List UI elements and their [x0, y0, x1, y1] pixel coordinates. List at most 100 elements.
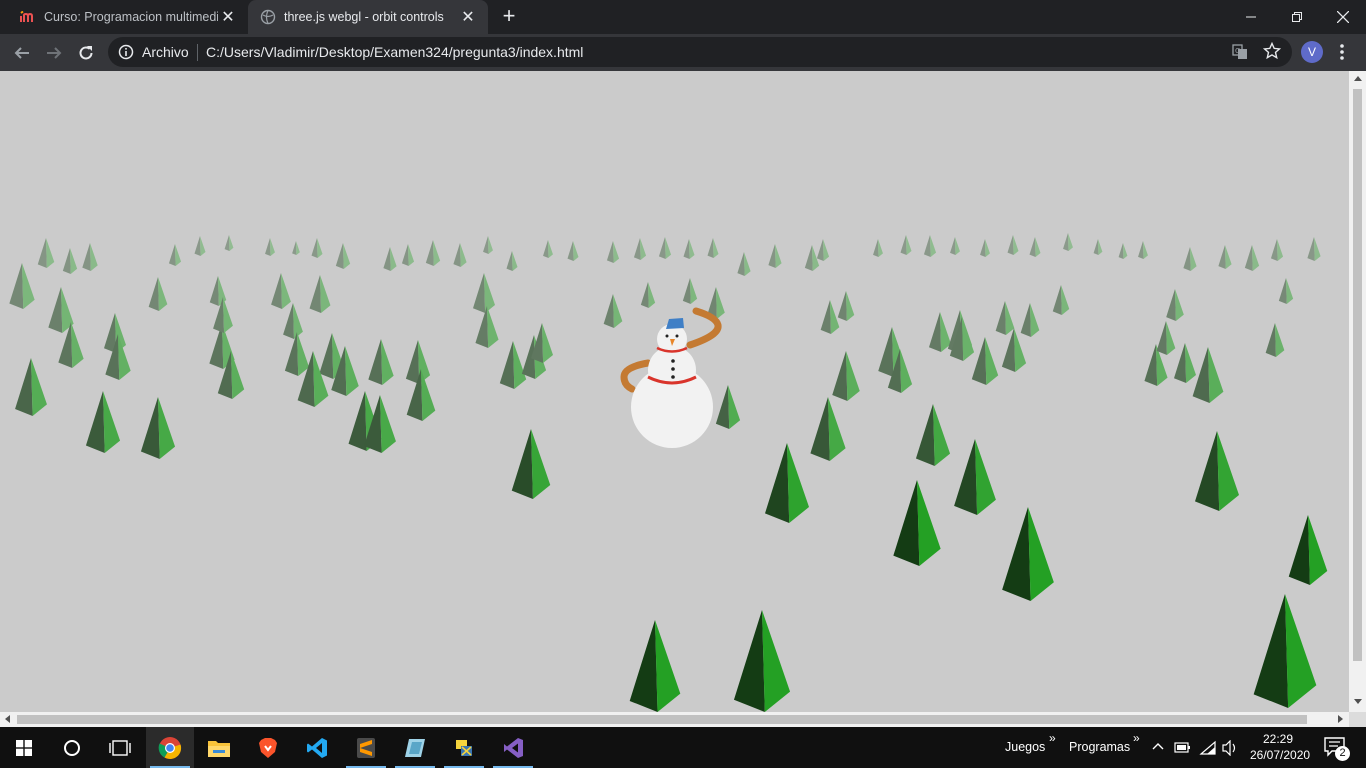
- pine-tree: [380, 395, 396, 453]
- pine-tree-shadow: [1288, 515, 1310, 585]
- pine-tree-shadow: [1244, 245, 1253, 271]
- pine-tree-shadow: [1183, 247, 1191, 271]
- pine-tree-shadow: [1118, 243, 1124, 259]
- pine-tree: [200, 236, 206, 256]
- tab-threejs[interactable]: three.js webgl - orbit controls ✕: [248, 0, 488, 34]
- scroll-right-icon[interactable]: [1338, 715, 1343, 723]
- chrome-icon[interactable]: [146, 727, 194, 768]
- pine-tree: [1098, 239, 1103, 255]
- profile-avatar[interactable]: V: [1301, 41, 1323, 63]
- scrollbar-thumb[interactable]: [1353, 89, 1362, 661]
- pine-tree: [175, 244, 182, 266]
- pine-tree-shadow: [168, 244, 176, 266]
- horizontal-scrollbar[interactable]: [0, 712, 1349, 727]
- pine-tree: [1014, 328, 1027, 372]
- pine-tree-shadow: [733, 610, 765, 712]
- pine-tree-shadow: [633, 238, 641, 260]
- pine-tree: [487, 306, 499, 348]
- tab-curso[interactable]: Curso: Programacion multimedia ✕: [8, 0, 248, 34]
- pine-tree-shadow: [1138, 241, 1144, 259]
- python-icon[interactable]: [440, 727, 488, 768]
- pine-tree-shadow: [319, 333, 334, 379]
- chevron-right-icon[interactable]: »: [1049, 731, 1056, 745]
- clock-date: 26/07/2020: [1250, 748, 1311, 762]
- snowman: [620, 307, 722, 448]
- brave-icon[interactable]: [244, 727, 292, 768]
- close-icon[interactable]: [1320, 0, 1366, 34]
- close-icon[interactable]: ✕: [458, 7, 478, 27]
- back-button[interactable]: [8, 39, 36, 67]
- vertical-scrollbar[interactable]: [1349, 71, 1366, 712]
- url-text[interactable]: C:/Users/Vladimir/Desktop/Examen324/preg…: [206, 44, 583, 60]
- app-icon[interactable]: [391, 727, 439, 768]
- menu-kebab-icon[interactable]: [1334, 41, 1350, 63]
- pine-tree: [985, 337, 999, 385]
- task-view-icon[interactable]: [96, 727, 144, 768]
- toolbar-programas[interactable]: Programas: [1069, 740, 1130, 754]
- globe-icon: [260, 9, 276, 25]
- pine-tree-shadow: [737, 252, 745, 276]
- reload-icon: [79, 46, 93, 60]
- volume-icon[interactable]: [1221, 740, 1239, 756]
- scroll-down-icon[interactable]: [1354, 699, 1362, 704]
- reload-button[interactable]: [72, 39, 100, 67]
- pine-tree: [933, 404, 951, 466]
- bookmark-star-icon[interactable]: [1263, 42, 1281, 60]
- pine-tree-shadow: [658, 237, 666, 259]
- pine-tree: [513, 341, 527, 389]
- tree-group: [9, 233, 1328, 712]
- pine-tree-shadow: [900, 235, 907, 255]
- restore-icon[interactable]: [1274, 0, 1320, 34]
- snowman-eye: [675, 334, 679, 338]
- visual-studio-icon[interactable]: [489, 727, 537, 768]
- pine-tree-shadow: [1166, 289, 1176, 321]
- toolbar-juegos[interactable]: Juegos: [1005, 740, 1045, 754]
- pine-tree: [531, 429, 551, 499]
- pine-tree: [1208, 347, 1224, 403]
- clock[interactable]: 22:29 26/07/2020: [1250, 731, 1311, 763]
- start-icon[interactable]: [0, 727, 48, 768]
- battery-icon[interactable]: [1174, 740, 1192, 754]
- minimize-icon[interactable]: [1228, 0, 1274, 34]
- vscode-icon[interactable]: [293, 727, 341, 768]
- pine-tree-shadow: [309, 275, 322, 313]
- chevron-right-icon[interactable]: »: [1133, 731, 1140, 745]
- pine-tree-shadow: [837, 291, 847, 321]
- sublime-icon[interactable]: [342, 727, 390, 768]
- forward-button[interactable]: [40, 39, 68, 67]
- pine-tree: [317, 238, 323, 258]
- cortana-icon[interactable]: [48, 727, 96, 768]
- pine-tree-shadow: [511, 429, 533, 499]
- notification-center-button[interactable]: 2: [1320, 735, 1350, 761]
- pine-tree: [828, 397, 846, 461]
- pine-tree-shadow: [873, 239, 879, 257]
- scrollbar-thumb[interactable]: [17, 715, 1307, 724]
- pine-tree: [1185, 343, 1196, 383]
- address-bar[interactable]: Archivo C:/Users/Vladimir/Desktop/Examen…: [108, 37, 1292, 67]
- pine-tree-shadow: [62, 248, 71, 274]
- webgl-canvas[interactable]: [0, 71, 1349, 712]
- pine-tree-shadow: [82, 243, 91, 271]
- info-icon[interactable]: [118, 44, 134, 60]
- pine-tree: [320, 275, 331, 313]
- scroll-up-icon[interactable]: [1354, 76, 1362, 81]
- chevron-up-icon[interactable]: [1152, 742, 1164, 750]
- site-info-label[interactable]: Archivo: [142, 44, 189, 60]
- pine-tree: [1217, 431, 1239, 511]
- pine-tree: [648, 282, 656, 308]
- tab-strip: Curso: Programacion multimedia ✕ three.j…: [0, 0, 1366, 34]
- pine-tree: [1143, 241, 1148, 259]
- file-explorer-icon[interactable]: [195, 727, 243, 768]
- pine-tree-shadow: [1052, 285, 1062, 315]
- new-tab-button[interactable]: +: [498, 5, 520, 28]
- pine-tree: [1030, 303, 1040, 337]
- pine-tree: [975, 439, 996, 515]
- scroll-left-icon[interactable]: [5, 715, 10, 723]
- pine-tree: [1308, 515, 1328, 585]
- pine-tree-shadow: [271, 273, 282, 309]
- wifi-icon[interactable]: [1199, 740, 1217, 756]
- pine-tree: [713, 238, 719, 258]
- close-icon[interactable]: ✕: [218, 7, 238, 27]
- pine-tree-shadow: [475, 306, 489, 348]
- translate-icon[interactable]: G: [1232, 44, 1248, 60]
